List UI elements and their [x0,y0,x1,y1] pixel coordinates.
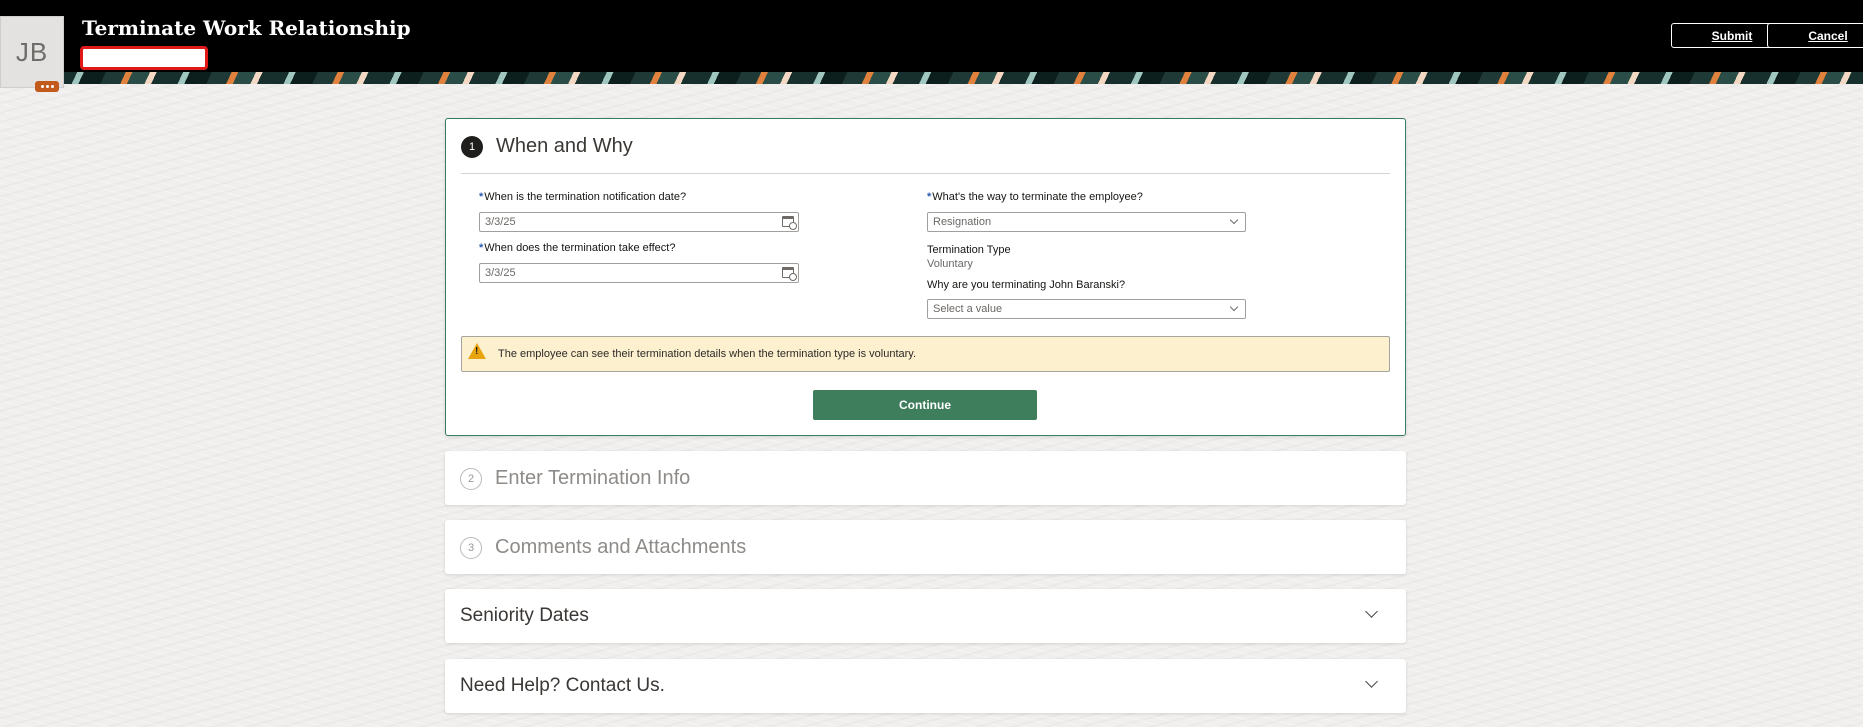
termination-action-value: Resignation [933,216,992,228]
notification-date-field[interactable]: 3/3/25 [479,212,799,232]
step-divider [461,173,1390,174]
step-3-header[interactable]: 3 Comments and Attachments [460,536,746,559]
avatar[interactable]: JB [0,16,64,88]
chevron-down-icon [1229,215,1239,225]
step-3-number: 3 [460,536,482,559]
effective-date-label-text: When does the termination take effect? [484,242,676,254]
termination-type-label: Termination Type [927,244,1011,256]
step-1-title: When and Why [496,135,633,157]
termination-action-label-text: What's the way to terminate the employee… [932,191,1143,203]
effective-date-label: *When does the termination take effect? [479,242,675,254]
calendar-icon[interactable] [782,267,797,281]
notification-date-value: 3/3/25 [485,216,516,228]
need-help-section[interactable]: Need Help? Contact Us. [445,659,1406,713]
more-actions-icon[interactable] [35,81,59,92]
required-marker: * [479,191,484,203]
step-when-and-why: 1 When and Why *When is the termination … [445,118,1406,436]
step-2-title: Enter Termination Info [495,467,691,489]
notification-date-label-text: When is the termination notification dat… [484,191,687,203]
step-1-header[interactable]: 1 When and Why [461,135,633,158]
termination-reason-placeholder: Select a value [933,303,1003,315]
need-help-title: Need Help? Contact Us. [460,675,665,696]
chevron-down-icon[interactable] [1365,605,1378,618]
step-comments-and-attachments[interactable]: 3 Comments and Attachments [445,520,1406,574]
notification-date-label: *When is the termination notification da… [479,191,686,203]
page-title: Terminate Work Relationship [82,16,411,40]
required-marker: * [927,191,932,203]
chevron-down-icon[interactable] [1365,675,1378,688]
warning-icon [468,343,486,359]
page-header: Terminate Work Relationship Submit Cance… [0,0,1863,84]
header-decorative-band [0,72,1863,84]
effective-date-value: 3/3/25 [485,267,516,279]
termination-reason-select[interactable]: Select a value [927,299,1246,319]
redacted-subtitle [80,46,208,70]
calendar-icon[interactable] [782,216,797,230]
continue-button[interactable]: Continue [813,390,1037,420]
voluntary-warning-message: The employee can see their termination d… [461,336,1390,372]
warning-text: The employee can see their termination d… [498,348,917,360]
seniority-dates-section[interactable]: Seniority Dates [445,589,1406,643]
chevron-down-icon [1229,302,1239,312]
termination-reason-label: Why are you terminating John Baranski? [927,279,1126,291]
step-1-number: 1 [461,135,483,158]
step-enter-termination-info[interactable]: 2 Enter Termination Info [445,451,1406,505]
termination-action-label: *What's the way to terminate the employe… [927,191,1143,203]
step-3-title: Comments and Attachments [495,536,747,558]
termination-action-select[interactable]: Resignation [927,212,1246,232]
step-2-header[interactable]: 2 Enter Termination Info [460,467,690,490]
termination-type-value: Voluntary [927,258,973,270]
seniority-dates-title: Seniority Dates [460,605,589,626]
effective-date-field[interactable]: 3/3/25 [479,263,799,283]
cancel-button[interactable]: Cancel [1767,23,1863,48]
step-2-number: 2 [460,467,482,490]
required-marker: * [479,242,484,254]
